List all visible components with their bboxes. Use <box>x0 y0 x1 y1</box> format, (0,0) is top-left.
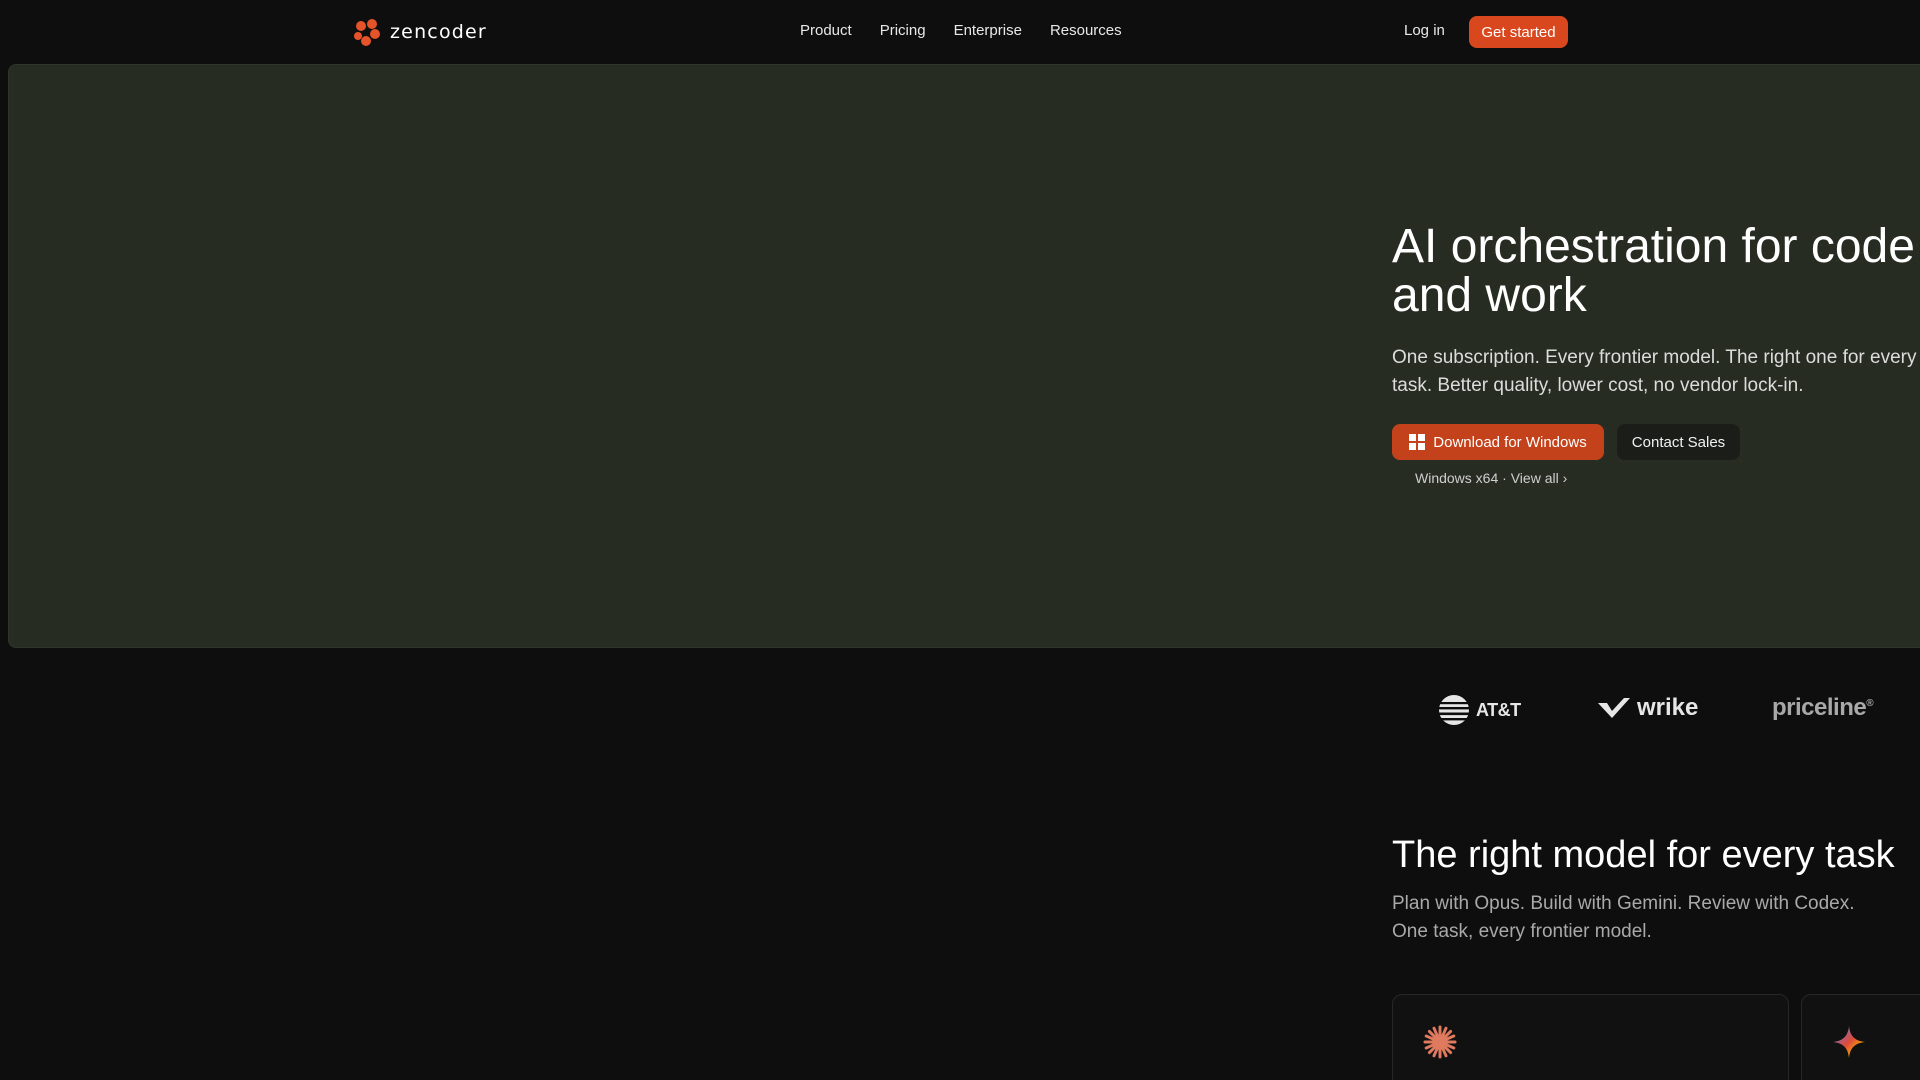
model-card-gemini[interactable] <box>1801 994 1920 1080</box>
hero-title-line-2: and work <box>1392 269 1587 322</box>
hero-title: AI orchestration for code and work <box>1392 222 1920 320</box>
get-started-button[interactable]: Get started <box>1469 16 1568 48</box>
brand-name: zencoder <box>390 21 487 43</box>
brand-logo[interactable]: zencoder <box>352 17 487 47</box>
nav-link-pricing[interactable]: Pricing <box>880 22 926 39</box>
download-platform-info: Windows x64 · View all › <box>1415 470 1567 486</box>
wrike-check-icon <box>1598 698 1630 718</box>
windows-icon <box>1409 434 1426 450</box>
priceline-logo: priceline® <box>1772 694 1874 722</box>
wrike-wordmark: wrike <box>1637 694 1699 721</box>
platform-text: Windows x64 <box>1415 470 1499 486</box>
view-all-link[interactable]: View all › <box>1511 470 1568 486</box>
nav-link-resources[interactable]: Resources <box>1050 22 1122 39</box>
model-card-claude[interactable] <box>1392 994 1789 1080</box>
att-globe-icon <box>1439 695 1469 725</box>
meta-separator: · <box>1502 470 1507 486</box>
zencoder-logo-icon <box>354 19 380 46</box>
download-button-label: Download for Windows <box>1433 433 1587 451</box>
claude-sunburst-icon <box>1423 1025 1457 1059</box>
priceline-wordmark: priceline® <box>1772 694 1874 721</box>
contact-sales-button[interactable]: Contact Sales <box>1617 424 1740 460</box>
login-link[interactable]: Log in <box>1404 22 1445 39</box>
top-nav: zencoder Product Pricing Enterprise Reso… <box>0 0 1920 64</box>
section-title: The right model for every task <box>1392 834 1895 876</box>
nav-link-product[interactable]: Product <box>800 22 852 39</box>
hero-title-line-1: AI orchestration for code <box>1392 220 1915 273</box>
nav-link-enterprise[interactable]: Enterprise <box>954 22 1022 39</box>
hero-subtitle: One subscription. Every frontier model. … <box>1392 347 1917 396</box>
att-logo: AT&T <box>1438 694 1521 726</box>
page: zencoder Product Pricing Enterprise Reso… <box>0 0 1920 1080</box>
primary-nav: Product Pricing Enterprise Resources <box>800 22 1122 39</box>
section-subtitle: Plan with Opus. Build with Gemini. Revie… <box>1392 893 1855 942</box>
att-wordmark: AT&T <box>1476 699 1521 720</box>
download-windows-button[interactable]: Download for Windows <box>1392 424 1604 460</box>
customer-logos: AT&T wrike priceline® <box>1392 690 1920 730</box>
gemini-sparkle-icon <box>1833 1026 1865 1058</box>
wrike-logo: wrike <box>1597 694 1698 722</box>
